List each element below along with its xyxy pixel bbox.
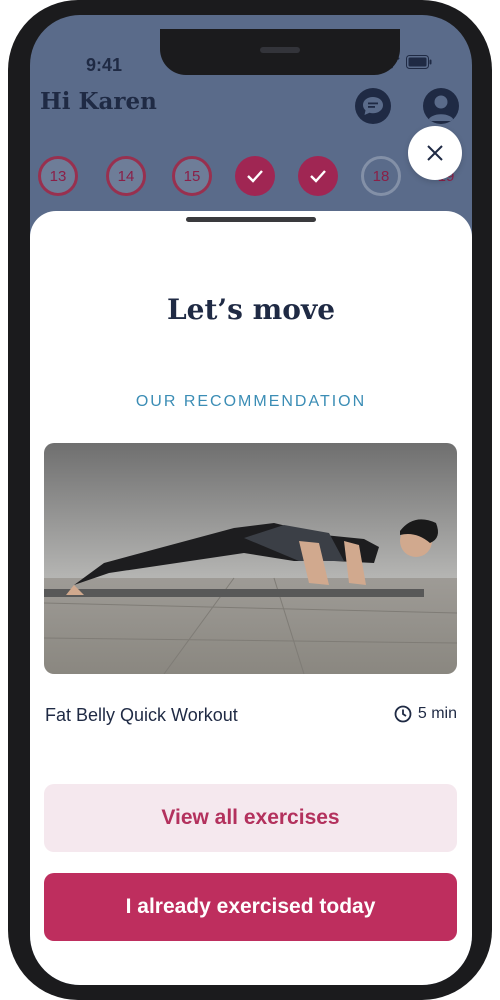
day-item-14[interactable]: 14 [106, 156, 146, 196]
close-icon [427, 145, 443, 161]
day-label: 14 [117, 167, 135, 185]
workout-title: Fat Belly Quick Workout [45, 705, 238, 725]
bottom-sheet: Let’s move OUR RECOMMENDATION Fat Belly … [30, 211, 472, 985]
speaker [260, 47, 300, 53]
status-time: 9:41 [86, 55, 123, 75]
already-exercised-button[interactable]: I already exercised today [44, 873, 457, 941]
day-label: 18 [372, 167, 390, 185]
view-all-exercises-button[interactable]: View all exercises [44, 784, 457, 852]
sheet-grabber[interactable] [186, 217, 316, 222]
check-icon [247, 170, 263, 183]
duration-label: 5 min [417, 705, 457, 722]
profile-icon [428, 95, 454, 121]
recommendation-label: OUR RECOMMENDATION [135, 393, 367, 410]
day-label: 13 [49, 167, 67, 185]
workout-duration: 5 min [394, 705, 457, 723]
day-item-18[interactable]: 18 [361, 156, 401, 196]
day-item-16[interactable] [235, 156, 275, 196]
day-item-13[interactable]: 13 [38, 156, 78, 196]
clock-icon [394, 705, 412, 723]
workout-image[interactable] [44, 443, 457, 674]
chat-icon [363, 97, 383, 115]
day-item-15[interactable]: 15 [172, 156, 212, 196]
check-icon [310, 170, 326, 183]
sheet-title: Let’s move [166, 293, 336, 326]
day-label: 15 [183, 167, 201, 185]
chat-button[interactable] [355, 88, 391, 124]
day-item-17[interactable] [298, 156, 338, 196]
close-button[interactable] [408, 126, 462, 180]
phone-notch [160, 29, 400, 75]
battery-icon [406, 55, 432, 69]
profile-button[interactable] [423, 88, 459, 124]
greeting: Hi Karen [40, 88, 157, 115]
workout-photo [44, 443, 457, 674]
